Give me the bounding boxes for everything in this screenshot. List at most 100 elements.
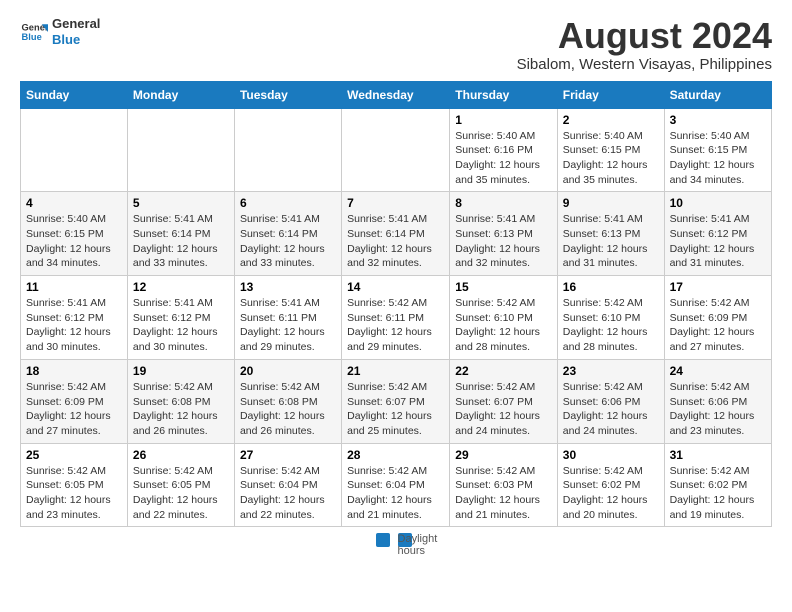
calendar-cell: 30 Sunrise: 5:42 AM Sunset: 6:02 PM Dayli… [557, 443, 664, 527]
calendar-cell: 29 Sunrise: 5:42 AM Sunset: 6:03 PM Dayli… [450, 443, 558, 527]
calendar-cell [21, 108, 128, 192]
day-number: 16 [563, 280, 659, 294]
day-number: 29 [455, 448, 552, 462]
calendar-cell [234, 108, 341, 192]
day-number: 5 [133, 196, 229, 210]
day-info: Sunrise: 5:40 AM Sunset: 6:16 PM Dayligh… [455, 129, 552, 188]
day-info: Sunrise: 5:41 AM Sunset: 6:12 PM Dayligh… [26, 296, 122, 355]
col-friday: Friday [557, 81, 664, 108]
calendar-cell: 10 Sunrise: 5:41 AM Sunset: 6:12 PM Dayli… [664, 192, 771, 276]
title-block: August 2024 Sibalom, Western Visayas, Ph… [517, 16, 772, 73]
day-info: Sunrise: 5:41 AM Sunset: 6:14 PM Dayligh… [347, 212, 444, 271]
col-saturday: Saturday [664, 81, 771, 108]
month-title: August 2024 [517, 16, 772, 56]
day-info: Sunrise: 5:41 AM Sunset: 6:14 PM Dayligh… [133, 212, 229, 271]
day-info: Sunrise: 5:42 AM Sunset: 6:05 PM Dayligh… [26, 464, 122, 523]
logo-icon: General Blue [20, 18, 48, 46]
day-info: Sunrise: 5:41 AM Sunset: 6:13 PM Dayligh… [455, 212, 552, 271]
calendar-cell: 11Sunrise: 5:41 AM Sunset: 6:12 PM Dayli… [21, 276, 128, 360]
calendar-cell: 14 Sunrise: 5:42 AM Sunset: 6:11 PM Dayli… [342, 276, 450, 360]
calendar-cell: 24Sunrise: 5:42 AM Sunset: 6:06 PM Dayli… [664, 359, 771, 443]
header-row: Sunday Monday Tuesday Wednesday Thursday… [21, 81, 772, 108]
week-row-0: 1 Sunrise: 5:40 AM Sunset: 6:16 PM Daylig… [21, 108, 772, 192]
col-thursday: Thursday [450, 81, 558, 108]
calendar-cell: 5 Sunrise: 5:41 AM Sunset: 6:14 PM Daylig… [127, 192, 234, 276]
svg-text:Blue: Blue [22, 31, 42, 41]
day-number: 12 [133, 280, 229, 294]
day-info: Sunrise: 5:41 AM Sunset: 6:14 PM Dayligh… [240, 212, 336, 271]
day-info: Sunrise: 5:41 AM Sunset: 6:12 PM Dayligh… [670, 212, 766, 271]
col-wednesday: Wednesday [342, 81, 450, 108]
week-row-3: 18Sunrise: 5:42 AM Sunset: 6:09 PM Dayli… [21, 359, 772, 443]
day-info: Sunrise: 5:42 AM Sunset: 6:10 PM Dayligh… [455, 296, 552, 355]
day-info: Sunrise: 5:40 AM Sunset: 6:15 PM Dayligh… [563, 129, 659, 188]
calendar-cell: 15Sunrise: 5:42 AM Sunset: 6:10 PM Dayli… [450, 276, 558, 360]
day-number: 30 [563, 448, 659, 462]
day-info: Sunrise: 5:42 AM Sunset: 6:11 PM Dayligh… [347, 296, 444, 355]
day-number: 17 [670, 280, 766, 294]
day-info: Sunrise: 5:42 AM Sunset: 6:09 PM Dayligh… [670, 296, 766, 355]
day-info: Sunrise: 5:42 AM Sunset: 6:08 PM Dayligh… [240, 380, 336, 439]
week-row-1: 4 Sunrise: 5:40 AM Sunset: 6:15 PM Daylig… [21, 192, 772, 276]
calendar-cell: 9 Sunrise: 5:41 AM Sunset: 6:13 PM Daylig… [557, 192, 664, 276]
calendar-cell: 27Sunrise: 5:42 AM Sunset: 6:04 PM Dayli… [234, 443, 341, 527]
footer-note: Daylight hours [0, 527, 792, 555]
day-number: 1 [455, 113, 552, 127]
calendar-cell: 8 Sunrise: 5:41 AM Sunset: 6:13 PM Daylig… [450, 192, 558, 276]
day-info: Sunrise: 5:42 AM Sunset: 6:06 PM Dayligh… [670, 380, 766, 439]
day-info: Sunrise: 5:42 AM Sunset: 6:07 PM Dayligh… [347, 380, 444, 439]
day-number: 13 [240, 280, 336, 294]
legend-label: Daylight hours [398, 533, 412, 547]
day-number: 7 [347, 196, 444, 210]
day-info: Sunrise: 5:42 AM Sunset: 6:06 PM Dayligh… [563, 380, 659, 439]
day-info: Sunrise: 5:41 AM Sunset: 6:12 PM Dayligh… [133, 296, 229, 355]
col-tuesday: Tuesday [234, 81, 341, 108]
logo-text: General Blue [52, 16, 100, 47]
day-number: 14 [347, 280, 444, 294]
calendar-cell: 3Sunrise: 5:40 AM Sunset: 6:15 PM Daylig… [664, 108, 771, 192]
day-number: 9 [563, 196, 659, 210]
calendar-cell: 13 Sunrise: 5:41 AM Sunset: 6:11 PM Dayli… [234, 276, 341, 360]
day-number: 22 [455, 364, 552, 378]
calendar-cell: 16 Sunrise: 5:42 AM Sunset: 6:10 PM Dayli… [557, 276, 664, 360]
day-info: Sunrise: 5:41 AM Sunset: 6:11 PM Dayligh… [240, 296, 336, 355]
calendar-cell: 21 Sunrise: 5:42 AM Sunset: 6:07 PM Dayli… [342, 359, 450, 443]
calendar-cell [342, 108, 450, 192]
day-number: 26 [133, 448, 229, 462]
day-number: 27 [240, 448, 336, 462]
day-number: 18 [26, 364, 122, 378]
day-info: Sunrise: 5:42 AM Sunset: 6:03 PM Dayligh… [455, 464, 552, 523]
day-number: 2 [563, 113, 659, 127]
col-monday: Monday [127, 81, 234, 108]
location-subtitle: Sibalom, Western Visayas, Philippines [517, 56, 772, 73]
calendar-cell: 22Sunrise: 5:42 AM Sunset: 6:07 PM Dayli… [450, 359, 558, 443]
day-number: 4 [26, 196, 122, 210]
day-info: Sunrise: 5:42 AM Sunset: 6:04 PM Dayligh… [347, 464, 444, 523]
legend-color-swatch [376, 533, 390, 547]
calendar-cell: 20Sunrise: 5:42 AM Sunset: 6:08 PM Dayli… [234, 359, 341, 443]
calendar-cell: 12 Sunrise: 5:41 AM Sunset: 6:12 PM Dayli… [127, 276, 234, 360]
calendar-cell [127, 108, 234, 192]
day-number: 8 [455, 196, 552, 210]
calendar-cell: 23 Sunrise: 5:42 AM Sunset: 6:06 PM Dayli… [557, 359, 664, 443]
day-info: Sunrise: 5:42 AM Sunset: 6:10 PM Dayligh… [563, 296, 659, 355]
page-header: General Blue General Blue August 2024 Si… [0, 0, 792, 81]
day-info: Sunrise: 5:40 AM Sunset: 6:15 PM Dayligh… [26, 212, 122, 271]
day-number: 23 [563, 364, 659, 378]
calendar-cell: 19Sunrise: 5:42 AM Sunset: 6:08 PM Dayli… [127, 359, 234, 443]
calendar-cell: 17 Sunrise: 5:42 AM Sunset: 6:09 PM Dayli… [664, 276, 771, 360]
day-number: 21 [347, 364, 444, 378]
calendar-cell: 7 Sunrise: 5:41 AM Sunset: 6:14 PM Daylig… [342, 192, 450, 276]
day-number: 6 [240, 196, 336, 210]
calendar-cell: 26 Sunrise: 5:42 AM Sunset: 6:05 PM Dayli… [127, 443, 234, 527]
calendar-cell: 1 Sunrise: 5:40 AM Sunset: 6:16 PM Daylig… [450, 108, 558, 192]
calendar-cell: 4 Sunrise: 5:40 AM Sunset: 6:15 PM Daylig… [21, 192, 128, 276]
day-info: Sunrise: 5:41 AM Sunset: 6:13 PM Dayligh… [563, 212, 659, 271]
day-number: 10 [670, 196, 766, 210]
day-number: 31 [670, 448, 766, 462]
calendar-cell: 28Sunrise: 5:42 AM Sunset: 6:04 PM Dayli… [342, 443, 450, 527]
day-info: Sunrise: 5:42 AM Sunset: 6:05 PM Dayligh… [133, 464, 229, 523]
day-info: Sunrise: 5:42 AM Sunset: 6:08 PM Dayligh… [133, 380, 229, 439]
day-info: Sunrise: 5:42 AM Sunset: 6:02 PM Dayligh… [563, 464, 659, 523]
col-sunday: Sunday [21, 81, 128, 108]
